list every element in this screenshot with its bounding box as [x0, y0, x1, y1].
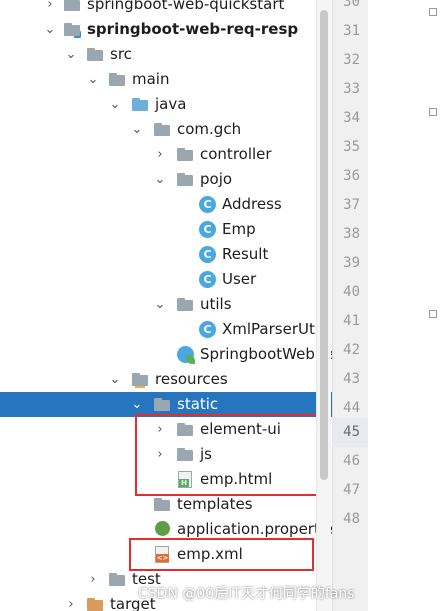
class-icon: C [199, 321, 216, 338]
package-icon [177, 146, 194, 163]
class-icon: C [199, 196, 216, 213]
line-number: 42 [343, 342, 360, 358]
project-tree[interactable]: › springboot-web-quickstart ⌄ springboot… [0, 0, 333, 611]
line-number: 38 [343, 226, 360, 242]
tree-row-address[interactable]: C Address [0, 192, 333, 217]
tree-item-label: Address [222, 195, 282, 213]
module-folder-icon [64, 21, 81, 38]
class-icon: C [199, 271, 216, 288]
properties-file-icon [155, 521, 170, 536]
tree-row-springboot-application[interactable]: SpringbootWebReqRespApplication [0, 342, 333, 367]
line-number: 37 [343, 197, 360, 213]
tree-row-controller[interactable]: › controller [0, 142, 333, 167]
tree-row-resources[interactable]: ⌄ resources [0, 367, 333, 392]
chevron-right-icon[interactable]: › [65, 592, 77, 611]
line-number: 47 [343, 482, 360, 498]
tree-item-label: controller [200, 145, 272, 163]
line-number-current: 45 [343, 424, 360, 440]
tree-row-result[interactable]: C Result [0, 242, 333, 267]
chevron-down-icon[interactable]: ⌄ [44, 17, 56, 42]
line-number: 31 [343, 23, 360, 39]
tree-item-label: Emp [222, 220, 256, 238]
folder-icon [87, 46, 104, 63]
tree-item-label: XmlParserUtils [222, 320, 332, 338]
module-folder-icon [64, 0, 81, 13]
chevron-down-icon[interactable]: ⌄ [131, 117, 143, 142]
folder-icon [154, 396, 171, 413]
highlight-box-static-contents [135, 414, 321, 496]
highlight-box-emp-xml [129, 538, 314, 571]
tree-row-emp[interactable]: C Emp [0, 217, 333, 242]
chevron-right-icon[interactable]: › [44, 0, 56, 17]
line-number: 30 [343, 0, 360, 10]
line-number: 34 [343, 110, 360, 126]
chevron-right-icon[interactable]: › [154, 142, 166, 167]
line-number: 35 [343, 139, 360, 155]
chevron-down-icon[interactable]: ⌄ [154, 167, 166, 192]
tree-row-com-gch[interactable]: ⌄ com.gch [0, 117, 333, 142]
line-number: 33 [343, 81, 360, 97]
fold-marker-icon[interactable] [429, 108, 437, 116]
source-folder-icon [132, 96, 149, 113]
folder-icon [109, 571, 126, 588]
chevron-down-icon[interactable]: ⌄ [87, 67, 99, 92]
line-number: 48 [343, 511, 360, 527]
tree-item-label: springboot-web-quickstart [87, 0, 285, 13]
tree-row-java[interactable]: ⌄ java [0, 92, 333, 117]
tree-row-src[interactable]: ⌄ src [0, 42, 333, 67]
editor-area[interactable] [368, 0, 440, 611]
chevron-down-icon[interactable]: ⌄ [154, 292, 166, 317]
tree-row-pojo[interactable]: ⌄ pojo [0, 167, 333, 192]
tree-item-label: src [110, 45, 132, 63]
chevron-down-icon[interactable]: ⌄ [109, 92, 121, 117]
tree-item-label: utils [200, 295, 232, 313]
line-number: 46 [343, 453, 360, 469]
tree-item-label: User [222, 270, 257, 288]
spring-class-icon [177, 346, 195, 364]
resources-folder-icon [132, 371, 149, 388]
tree-item-label: main [132, 70, 170, 88]
chevron-down-icon[interactable]: ⌄ [109, 367, 121, 392]
class-icon: C [199, 246, 216, 263]
class-icon: C [199, 221, 216, 238]
line-number: 32 [343, 52, 360, 68]
tree-item-label: Result [222, 245, 269, 263]
line-number: 39 [343, 255, 360, 271]
package-icon [177, 296, 194, 313]
scrollbar-thumb[interactable] [320, 10, 328, 480]
tree-row-xmlparserutils[interactable]: C XmlParserUtils [0, 317, 333, 342]
chevron-down-icon[interactable]: ⌄ [65, 42, 77, 67]
excluded-folder-icon [87, 596, 104, 611]
folder-icon [154, 496, 171, 513]
package-icon [177, 171, 194, 188]
tree-row-springboot-web-quickstart[interactable]: › springboot-web-quickstart [0, 0, 333, 17]
folder-icon [109, 71, 126, 88]
tree-row-springboot-web-req-resp[interactable]: ⌄ springboot-web-req-resp [0, 17, 333, 42]
fold-marker-icon[interactable] [429, 310, 437, 318]
tree-scrollbar[interactable] [316, 0, 331, 611]
tree-item-label: springboot-web-req-resp [87, 20, 299, 38]
tree-item-label: SpringbootWebReqRespApplication [200, 345, 333, 363]
line-number: 40 [343, 284, 360, 300]
tree-row-user[interactable]: C User [0, 267, 333, 292]
tree-item-label: com.gch [177, 120, 242, 138]
tree-item-label: pojo [200, 170, 233, 188]
tree-row-main[interactable]: ⌄ main [0, 67, 333, 92]
chevron-right-icon[interactable]: › [87, 567, 99, 592]
tree-item-label: java [155, 95, 187, 113]
line-number: 36 [343, 168, 360, 184]
tree-row-utils[interactable]: ⌄ utils [0, 292, 333, 317]
tree-item-label: resources [155, 370, 228, 388]
watermark-text: CSDN @00后IT天才何同学的fans [138, 586, 355, 602]
line-number: 41 [343, 313, 360, 329]
fold-marker-icon[interactable] [429, 8, 437, 16]
package-icon [154, 121, 171, 138]
line-number: 43 [343, 371, 360, 387]
